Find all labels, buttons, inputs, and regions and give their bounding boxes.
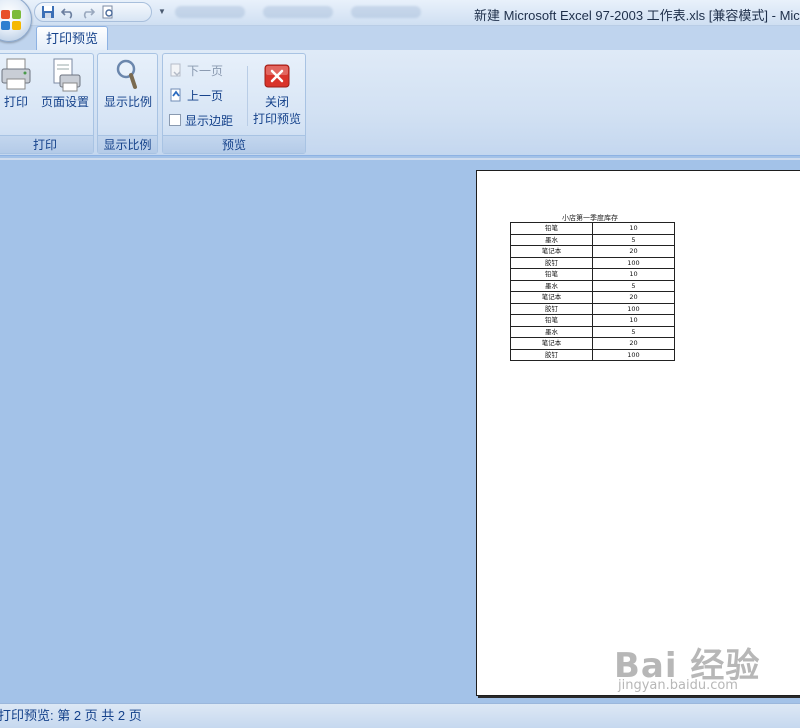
show-margins-label: 显示边距 [185,113,234,128]
item-cell: 笔记本 [510,337,593,350]
page-setup-button[interactable]: 页面设置 [37,57,93,110]
item-cell: 笔记本 [510,291,593,304]
table-row: 胶钉 100 [510,302,675,315]
table-row: 墨水 5 [510,279,675,292]
group-preview-label: 预览 [163,135,305,153]
magnifier-icon [111,57,145,93]
previous-page-button[interactable]: 上一页 [169,85,223,105]
previous-page-label: 上一页 [187,88,224,103]
table-row: 铅笔 10 [510,314,675,327]
quantity-cell: 10 [592,268,675,281]
group-preview: 下一页 上一页 显示边距 关闭 打印预览 预览 [162,53,306,154]
zoom-button[interactable]: 显示比例 [100,57,156,110]
group-zoom-label: 显示比例 [98,135,157,153]
group-print-label: 打印 [0,135,93,153]
quantity-cell: 100 [592,302,675,315]
table-row: 墨水 5 [510,325,675,338]
table-row: 笔记本 20 [510,245,675,258]
close-label-line2: 打印预览 [252,112,301,126]
item-cell: 墨水 [510,233,593,246]
item-cell: 墨水 [510,325,593,338]
table-row: 笔记本 20 [510,337,675,350]
show-margins-checkbox[interactable]: 显示边距 [169,110,233,130]
table-row: 胶钉 100 [510,348,675,361]
ribbon-tab-row: 打印预览 [0,26,800,51]
next-page-icon [170,63,181,77]
status-text: 打印预览: 第 2 页 共 2 页 [0,708,142,723]
item-cell: 铅笔 [510,222,593,235]
zoom-label: 显示比例 [103,95,152,109]
table-row: 胶钉 100 [510,256,675,269]
ribbon: 打印 页面设置 打印 显示比例 显示比例 下一页 上一页 显示边距 关闭 打印预… [0,50,800,156]
close-label-line1: 关闭 [264,95,289,109]
table-row: 墨水 5 [510,233,675,246]
quantity-cell: 5 [592,233,675,246]
item-cell: 铅笔 [510,314,593,327]
quantity-cell: 5 [592,325,675,338]
next-page-button[interactable]: 下一页 [169,60,223,80]
tab-print-preview[interactable]: 打印预览 [36,26,108,51]
item-cell: 铅笔 [510,268,593,281]
quantity-cell: 100 [592,348,675,361]
window-title: 新建 Microsoft Excel 97-2003 工作表.xls [兼容模式… [474,8,800,23]
page-setup-icon [48,57,82,93]
quick-access-toolbar [34,2,152,22]
item-cell: 笔记本 [510,245,593,258]
title-bar: ▼ 新建 Microsoft Excel 97-2003 工作表.xls [兼容… [0,0,800,42]
print-preview-qat-icon[interactable] [101,5,115,19]
previous-page-icon [170,88,181,102]
quantity-cell: 20 [592,337,675,350]
close-icon [260,57,294,93]
table-row: 笔记本 20 [510,291,675,304]
quantity-cell: 5 [592,279,675,292]
quantity-cell: 20 [592,291,675,304]
next-page-label: 下一页 [187,63,224,78]
quantity-cell: 10 [592,222,675,235]
baidu-watermark: Bai 经验 jingyan.baidu.com [614,638,760,693]
group-zoom: 显示比例 显示比例 [97,53,158,154]
page-setup-label: 页面设置 [40,95,89,109]
printer-icon [0,57,33,93]
quantity-cell: 100 [592,256,675,269]
item-cell: 墨水 [510,279,593,292]
table-row: 铅笔 10 [510,268,675,281]
table-row: 铅笔 10 [510,222,675,235]
blurred-taskbar-items [175,6,421,18]
print-label: 打印 [3,95,28,109]
save-icon[interactable] [41,5,55,19]
item-cell: 胶钉 [510,256,593,269]
quantity-cell: 20 [592,245,675,258]
group-print: 打印 页面设置 打印 [0,53,94,154]
office-logo-icon [1,10,21,30]
item-cell: 胶钉 [510,348,593,361]
close-print-preview-button[interactable]: 关闭 打印预览 [249,57,305,127]
qat-dropdown-icon[interactable]: ▼ [158,7,166,16]
undo-icon[interactable] [61,5,75,19]
item-cell: 胶钉 [510,302,593,315]
print-button[interactable]: 打印 [0,57,33,110]
preview-workspace [0,158,800,702]
quantity-cell: 10 [592,314,675,327]
sheet-table: 铅笔 10 墨水 5 笔记本 20 胶钉 100 铅笔 10 墨水 5 笔记本 20 胶钉 100 铅笔 10 墨水… [510,222,675,361]
watermark-sub: jingyan.baidu.com [618,678,738,693]
preview-separator [247,66,248,126]
show-margins-check[interactable] [169,114,181,126]
redo-icon[interactable] [81,5,95,19]
status-bar: 打印预览: 第 2 页 共 2 页 [0,703,800,728]
